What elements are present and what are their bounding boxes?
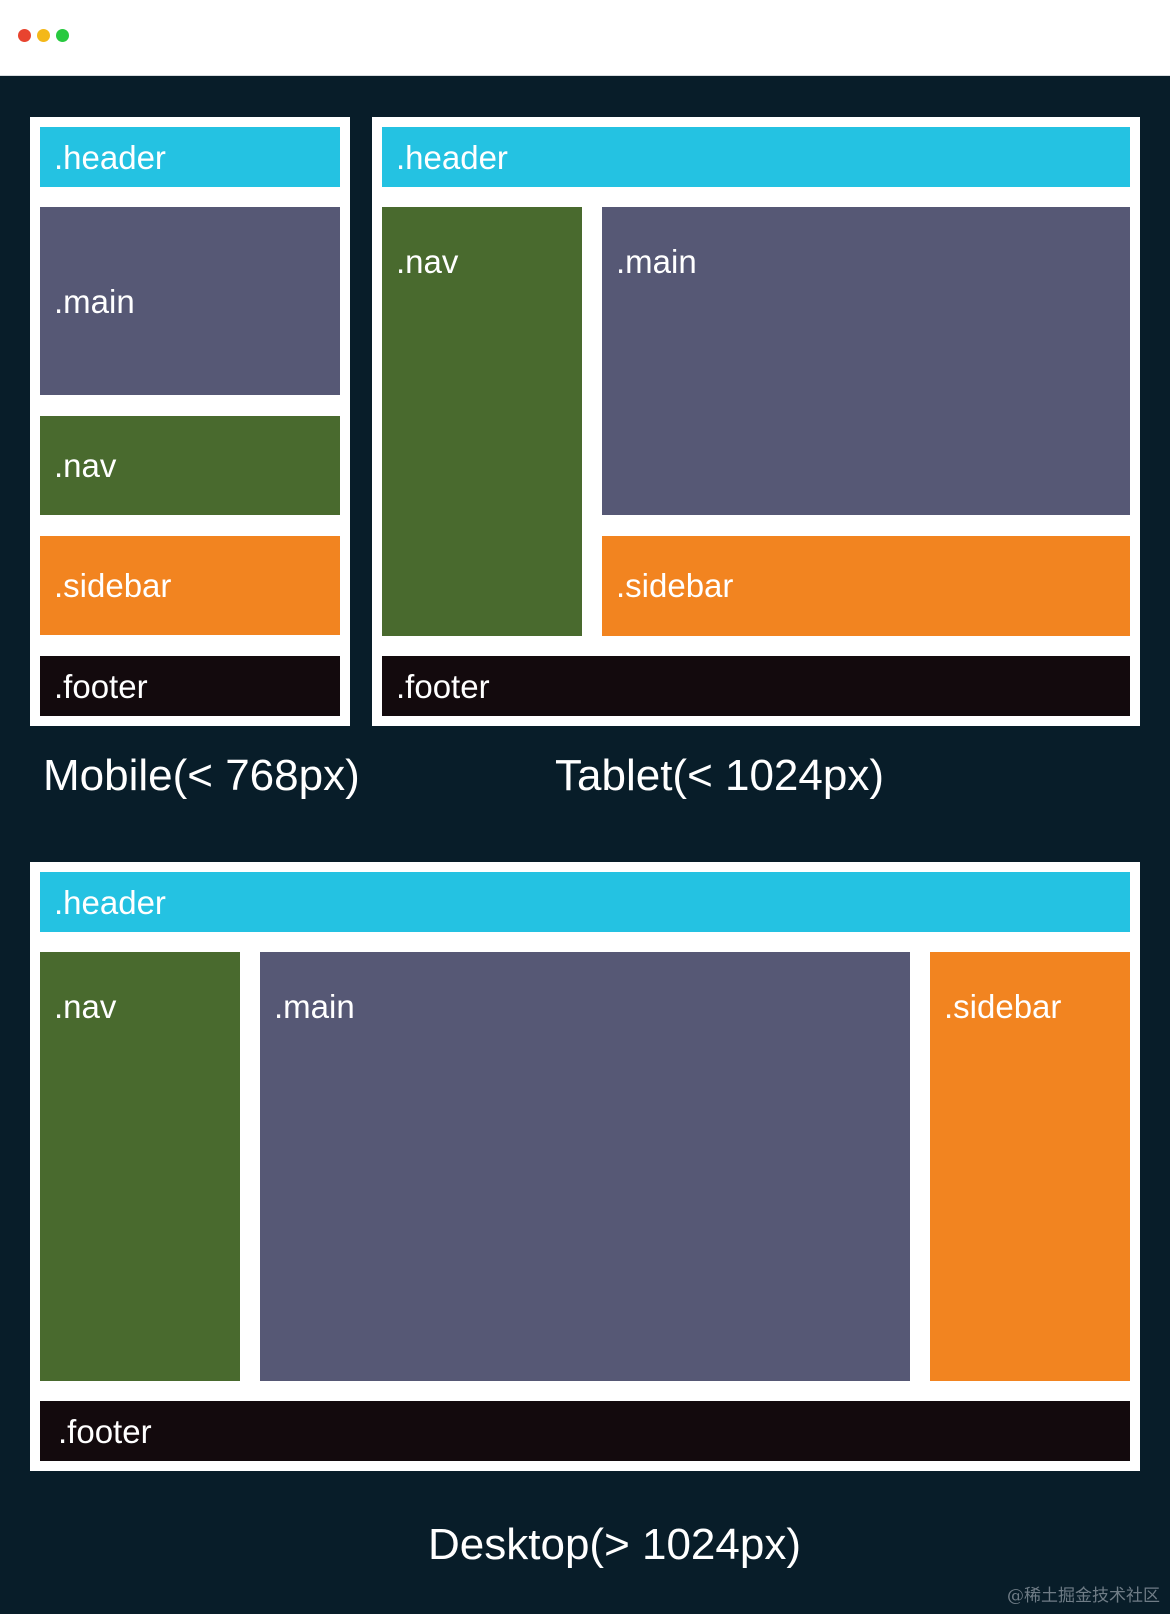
mobile-footer-block: .footer xyxy=(40,656,340,716)
tablet-header-block: .header xyxy=(382,127,1130,187)
desktop-main-label: .main xyxy=(274,988,355,1025)
desktop-footer-label: .footer xyxy=(58,1413,152,1450)
tablet-sidebar-block: .sidebar xyxy=(602,536,1130,636)
desktop-header-label: .header xyxy=(54,884,166,921)
mobile-footer-label: .footer xyxy=(54,668,148,705)
desktop-sidebar-label: .sidebar xyxy=(944,988,1062,1025)
desktop-nav-block: .nav xyxy=(40,952,240,1381)
mobile-nav-block: .nav xyxy=(40,416,340,515)
tablet-caption: Tablet(< 1024px) xyxy=(555,751,884,800)
desktop-main-block: .main xyxy=(260,952,910,1381)
tablet-main-label: .main xyxy=(616,243,697,280)
tablet-footer-label: .footer xyxy=(396,668,490,705)
close-dot-icon[interactable] xyxy=(18,29,31,42)
tablet-sidebar-label: .sidebar xyxy=(616,567,734,604)
desktop-sidebar-block: .sidebar xyxy=(930,952,1130,1381)
browser-window: .header .main .nav .sidebar .footer Mobi… xyxy=(0,0,1170,1614)
mobile-main-block: .main xyxy=(40,207,340,395)
mobile-header-label: .header xyxy=(54,139,166,176)
mobile-layout-frame: .header .main .nav .sidebar .footer xyxy=(30,117,350,726)
maximize-dot-icon[interactable] xyxy=(56,29,69,42)
mobile-sidebar-block: .sidebar xyxy=(40,536,340,635)
mobile-main-label: .main xyxy=(54,283,135,320)
minimize-dot-icon[interactable] xyxy=(37,29,50,42)
tablet-layout-frame: .header .nav .main .sidebar .footer xyxy=(372,117,1140,726)
mobile-caption: Mobile(< 768px) xyxy=(43,751,360,800)
mobile-header-block: .header xyxy=(40,127,340,187)
desktop-caption: Desktop(> 1024px) xyxy=(428,1520,801,1569)
tablet-main-block: .main xyxy=(602,207,1130,515)
mobile-sidebar-label: .sidebar xyxy=(54,567,172,604)
watermark: @稀土掘金技术社区 xyxy=(1007,1586,1160,1606)
desktop-header-block: .header xyxy=(40,872,1130,932)
desktop-nav-label: .nav xyxy=(54,988,117,1025)
mobile-nav-label: .nav xyxy=(54,447,117,484)
tablet-nav-label: .nav xyxy=(396,243,459,280)
tablet-header-label: .header xyxy=(396,139,508,176)
desktop-footer-block: .footer xyxy=(40,1401,1130,1461)
desktop-layout-frame: .header .nav .main .sidebar .footer xyxy=(30,862,1140,1471)
tablet-nav-block: .nav xyxy=(382,207,582,636)
tablet-footer-block: .footer xyxy=(382,656,1130,716)
title-bar xyxy=(0,0,1170,76)
